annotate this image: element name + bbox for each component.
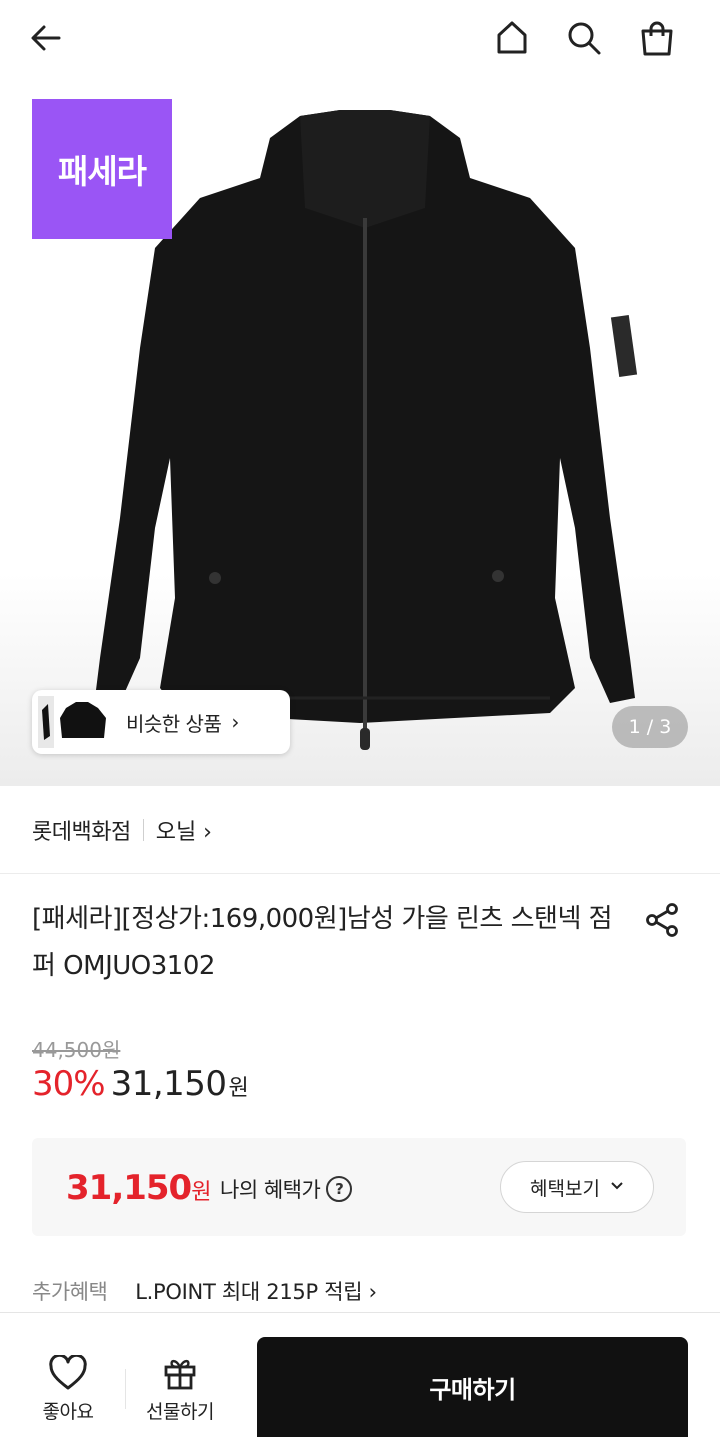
extra-benefit-label: 추가혜택 (32, 1280, 108, 1304)
brand-link[interactable]: 오닐 › (156, 814, 212, 846)
back-arrow-icon[interactable] (22, 14, 70, 62)
view-benefits-label: 혜택보기 (530, 1177, 600, 1200)
like-label: 좋아요 (42, 1401, 94, 1423)
help-icon[interactable]: ? (326, 1176, 353, 1202)
chevron-right-icon: › (231, 710, 240, 734)
similar-products-label: 비슷한 상품 (126, 711, 222, 736)
price-row: 30% 31,150 원 (32, 1064, 249, 1104)
brand-badge: 패세라 (32, 99, 172, 239)
extra-benefit-row[interactable]: 추가혜택 L.POINT 최대 215P 적립 › (32, 1276, 377, 1306)
heart-icon (49, 1355, 87, 1390)
original-price: 44,500원 (32, 1038, 121, 1062)
currency-unit: 원 (228, 1076, 249, 1101)
extra-benefit-value: L.POINT 최대 215P 적립 › (135, 1280, 377, 1304)
discount-rate: 30% (32, 1064, 106, 1104)
bottom-action-bar: 좋아요 선물하기 구매하기 (0, 1312, 720, 1437)
benefit-label: 나의 혜택가 (220, 1178, 321, 1202)
store-brand-row: 롯데백화점 오닐 › (0, 786, 720, 874)
buy-button[interactable]: 구매하기 (257, 1337, 688, 1437)
similar-products-button[interactable]: 비슷한 상품 › (32, 690, 290, 754)
home-icon[interactable] (488, 14, 536, 62)
benefit-label-group: 나의 혜택가 ? (220, 1174, 353, 1204)
shopping-bag-icon[interactable] (633, 14, 681, 62)
store-name[interactable]: 롯데백화점 (32, 814, 131, 846)
divider (142, 818, 144, 841)
benefit-price: 31,150원 (66, 1168, 211, 1208)
gift-button[interactable]: 선물하기 (140, 1355, 220, 1424)
gift-icon (164, 1359, 196, 1390)
divider (125, 1369, 126, 1409)
chevron-down-icon (610, 1179, 624, 1195)
top-header (0, 0, 720, 78)
product-image-carousel[interactable]: 패세라 비슷한 상품 › 1 / 3 (0, 78, 720, 786)
product-title: [패세라][정상가:169,000원]남성 가을 린츠 스탠넥 점퍼 OMJUO… (32, 904, 613, 981)
sale-price: 31,150 (110, 1064, 227, 1104)
image-page-indicator: 1 / 3 (612, 706, 688, 748)
benefit-price-value: 31,150 (66, 1168, 192, 1208)
view-benefits-button[interactable]: 혜택보기 (500, 1161, 654, 1213)
my-benefit-price-box: 31,150원 나의 혜택가 ? 혜택보기 (32, 1138, 686, 1236)
share-icon[interactable] (640, 898, 684, 942)
similar-product-thumbnail (38, 696, 112, 748)
like-button[interactable]: 좋아요 (28, 1355, 108, 1424)
search-icon[interactable] (560, 14, 608, 62)
benefit-currency: 원 (191, 1180, 211, 1205)
gift-label: 선물하기 (146, 1401, 214, 1423)
